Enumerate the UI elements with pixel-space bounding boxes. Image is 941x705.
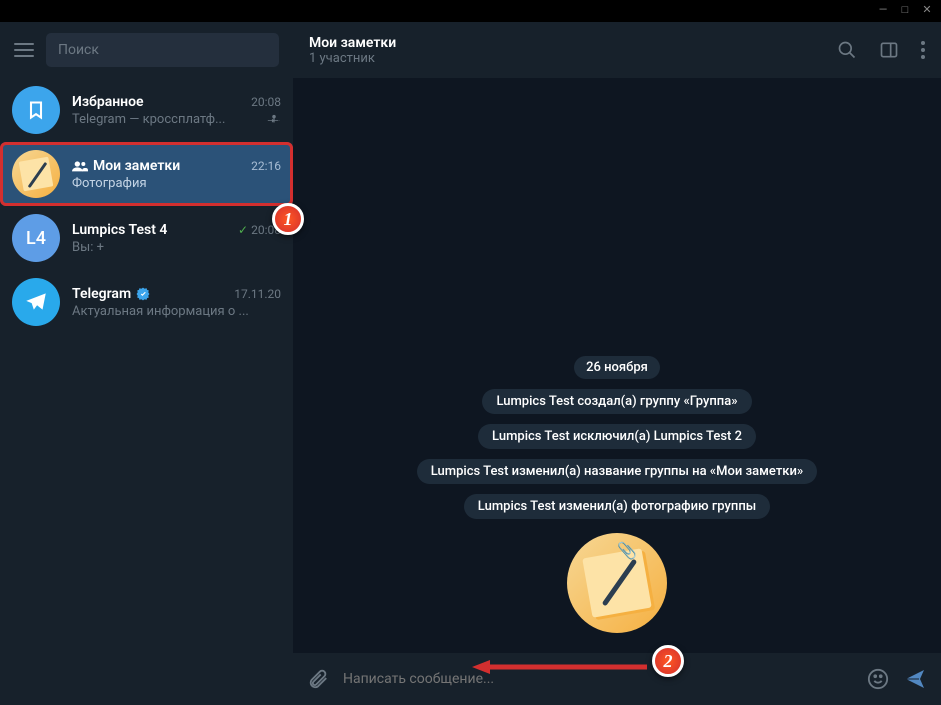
annotation-marker-2: 2 xyxy=(652,645,684,677)
chat-name: Telegram xyxy=(72,286,150,302)
search-placeholder: Поиск xyxy=(58,42,99,58)
bookmark-icon xyxy=(26,100,46,120)
page-title: Мои заметки xyxy=(309,35,396,51)
chat-item-saved[interactable]: Избранное 20:08 Telegram — кроссплатф... xyxy=(0,78,293,142)
check-icon: ✓ xyxy=(238,223,248,237)
service-message: Lumpics Test исключил(а) Lumpics Test 2 xyxy=(478,424,756,449)
chat-time: 17.11.20 xyxy=(234,287,281,301)
chat-info: Telegram 17.11.20 Актуальная информация … xyxy=(72,286,281,319)
chat-time: 22:16 xyxy=(251,159,281,173)
main-layout: Поиск Избранное 20:08 Telegram — кроссп xyxy=(0,22,941,705)
send-icon[interactable] xyxy=(903,667,927,691)
verified-icon xyxy=(136,287,150,301)
messages-area[interactable]: 26 ноября Lumpics Test создал(а) группу … xyxy=(293,78,941,653)
window-controls: — □ ✕ xyxy=(877,4,933,16)
chat-item-lumpics[interactable]: L4 Lumpics Test 4 ✓20:08 Вы: + xyxy=(0,206,293,270)
service-message: Lumpics Test изменил(а) название группы … xyxy=(417,459,817,484)
chat-name: Мои заметки xyxy=(72,158,180,174)
paperclip-decoration: 📎 xyxy=(617,541,637,560)
chat-info: Lumpics Test 4 ✓20:08 Вы: + xyxy=(72,222,281,255)
window-titlebar: — □ ✕ xyxy=(0,0,941,22)
search-icon[interactable] xyxy=(837,40,857,60)
chat-preview: Фотография xyxy=(72,176,147,191)
more-icon[interactable] xyxy=(921,41,925,59)
pin-icon xyxy=(267,112,281,126)
minimize-button[interactable]: — xyxy=(877,4,889,16)
service-message: Lumpics Test создал(а) группу «Группа» xyxy=(482,389,751,414)
app-window: — □ ✕ Поиск xyxy=(0,0,941,705)
header-info: Мои заметки 1 участник xyxy=(309,35,396,66)
chat-preview: Telegram — кроссплатф... xyxy=(72,112,225,127)
annotation-marker-1: 1 xyxy=(272,203,304,235)
chat-item-notes[interactable]: Мои заметки 22:16 Фотография xyxy=(0,142,293,206)
chat-preview: Вы: + xyxy=(72,240,104,255)
service-message: Lumpics Test изменил(а) фотографию групп… xyxy=(464,494,770,519)
page-subtitle: 1 участник xyxy=(309,51,396,66)
telegram-icon xyxy=(23,289,49,315)
chat-info: Избранное 20:08 Telegram — кроссплатф... xyxy=(72,94,281,127)
emoji-icon[interactable] xyxy=(867,668,889,690)
chat-info: Мои заметки 22:16 Фотография xyxy=(72,158,281,191)
content-area: Мои заметки 1 участник 26 ноября Lumpics… xyxy=(293,22,941,705)
sidepanel-icon[interactable] xyxy=(879,40,899,60)
sidebar: Поиск Избранное 20:08 Telegram — кроссп xyxy=(0,22,293,705)
annotation-arrow xyxy=(472,657,652,677)
group-icon xyxy=(72,160,88,172)
chat-name: Избранное xyxy=(72,94,144,110)
close-button[interactable]: ✕ xyxy=(921,4,933,16)
search-input[interactable]: Поиск xyxy=(46,33,279,67)
menu-icon[interactable] xyxy=(14,43,34,57)
maximize-button[interactable]: □ xyxy=(899,4,911,16)
group-photo[interactable]: 📎 xyxy=(567,533,667,633)
sidebar-header: Поиск xyxy=(0,22,293,78)
avatar-l4: L4 xyxy=(12,214,60,262)
attach-icon[interactable] xyxy=(307,668,329,690)
chat-list: Избранное 20:08 Telegram — кроссплатф... xyxy=(0,78,293,705)
avatar-saved xyxy=(12,86,60,134)
chat-preview: Актуальная информация о ... xyxy=(72,304,249,319)
chat-time: 20:08 xyxy=(251,95,281,109)
chat-name: Lumpics Test 4 xyxy=(72,222,167,238)
date-separator: 26 ноября xyxy=(574,356,660,379)
content-header[interactable]: Мои заметки 1 участник xyxy=(293,22,941,78)
avatar-notes xyxy=(12,150,60,198)
avatar-telegram xyxy=(12,278,60,326)
header-actions xyxy=(837,40,925,60)
chat-item-telegram[interactable]: Telegram 17.11.20 Актуальная информация … xyxy=(0,270,293,334)
